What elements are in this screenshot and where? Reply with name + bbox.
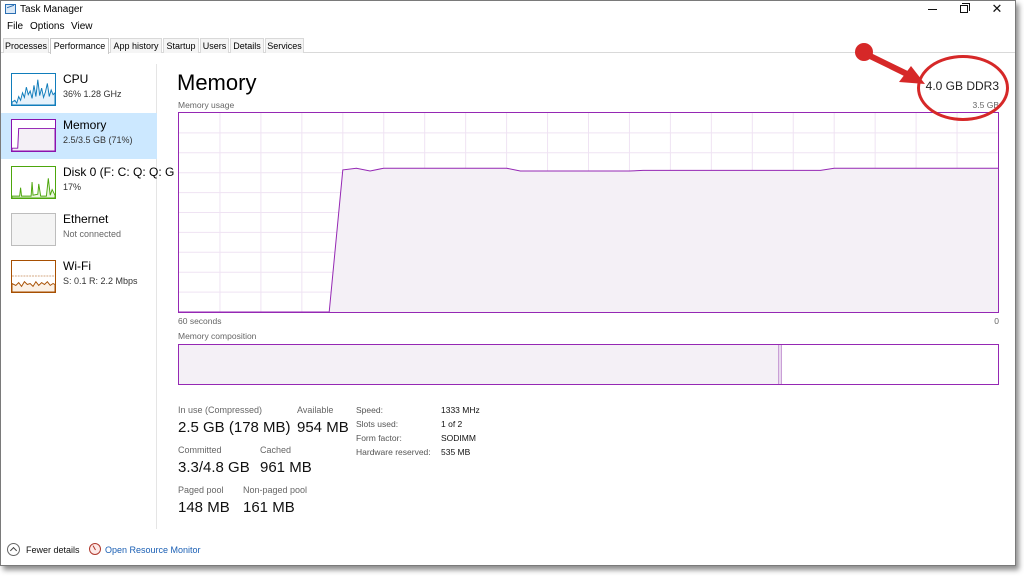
paged-pool-label: Paged pool: [178, 485, 224, 495]
resource-monitor-icon: [89, 543, 101, 555]
resource-sidebar: CPU 36% 1.28 GHz Memory 2.5/3.5 GB (71%)…: [1, 64, 174, 529]
non-paged-pool-label: Non-paged pool: [243, 485, 308, 495]
tab-services[interactable]: Services: [265, 38, 304, 53]
tab-startup[interactable]: Startup: [163, 38, 199, 53]
sidebar-item-wifi[interactable]: Wi-Fi S: 0.1 R: 2.2 Mbps: [1, 254, 157, 300]
tab-performance[interactable]: Performance: [50, 38, 109, 54]
sidebar-sub-cpu: 36% 1.28 GHz: [63, 89, 122, 99]
minimize-icon: [927, 8, 937, 10]
memory-thumbnail-graph: [11, 119, 56, 152]
form-factor-value: SODIMM: [441, 433, 476, 443]
sidebar-title-cpu: CPU: [63, 72, 89, 86]
memory-usage-svg: [179, 113, 998, 312]
memory-composition-bar: [178, 344, 999, 385]
available-label: Available: [297, 405, 334, 415]
footer-bar: Fewer details Open Resource Monitor: [1, 536, 1015, 565]
available-value: 954 MB: [297, 419, 349, 436]
sidebar-title-wifi: Wi-Fi: [63, 259, 91, 273]
sidebar-sub-ethernet: Not connected: [63, 229, 122, 239]
time-axis-start: 60 seconds: [178, 316, 222, 326]
close-button[interactable]: ✕: [982, 1, 1012, 18]
composition-in-use-segment: [179, 345, 780, 384]
wifi-thumbnail-graph: [11, 260, 56, 293]
sidebar-item-memory[interactable]: Memory 2.5/3.5 GB (71%): [1, 113, 157, 159]
memory-usage-label: Memory usage: [178, 100, 235, 110]
annotation-ellipse: [917, 55, 1009, 121]
sidebar-sub-disk: 17%: [63, 182, 82, 192]
minimize-button[interactable]: [917, 1, 947, 18]
hardware-reserved-value: 535 MB: [441, 447, 471, 457]
committed-value: 3.3/4.8 GB: [178, 459, 250, 476]
time-axis-end: 0: [994, 316, 999, 326]
slots-used-label: Slots used:: [356, 419, 399, 429]
cached-value: 961 MB: [260, 459, 312, 476]
sidebar-sub-memory: 2.5/3.5 GB (71%): [63, 135, 133, 145]
sidebar-item-disk[interactable]: Disk 0 (F: C: Q: Q: G 17%: [1, 160, 174, 206]
slots-used-value: 1 of 2: [441, 419, 463, 429]
cached-label: Cached: [260, 445, 292, 455]
close-icon: ✕: [991, 1, 1003, 16]
paged-pool-value: 148 MB: [178, 499, 230, 516]
sidebar-title-disk: Disk 0 (F: C: Q: Q: G: [63, 165, 175, 179]
sidebar-item-cpu[interactable]: CPU 36% 1.28 GHz: [1, 67, 157, 113]
tab-app-history[interactable]: App history: [110, 38, 162, 53]
disk-thumbnail-graph: [11, 166, 56, 199]
sidebar-item-ethernet[interactable]: Ethernet Not connected: [1, 207, 157, 253]
fewer-details-button[interactable]: Fewer details: [26, 545, 80, 555]
chevron-up-icon[interactable]: [7, 543, 20, 556]
speed-value: 1333 MHz: [441, 405, 480, 415]
sidebar-title-ethernet: Ethernet: [63, 212, 109, 226]
memory-composition-label: Memory composition: [178, 331, 257, 341]
open-resource-monitor-link[interactable]: Open Resource Monitor: [105, 545, 201, 555]
menu-view[interactable]: View: [71, 21, 93, 32]
memory-usage-graph: [178, 112, 999, 313]
in-use-value: 2.5 GB (178 MB): [178, 419, 291, 436]
sidebar-sub-wifi: S: 0.1 R: 2.2 Mbps: [63, 276, 138, 286]
cpu-thumbnail-graph: [11, 73, 56, 106]
tab-details[interactable]: Details: [230, 38, 264, 53]
ethernet-thumbnail-graph: [11, 213, 56, 246]
hardware-reserved-label: Hardware reserved:: [356, 447, 431, 457]
menu-file[interactable]: File: [7, 21, 23, 32]
task-manager-icon: [5, 4, 16, 14]
speed-label: Speed:: [356, 405, 383, 415]
non-paged-pool-value: 161 MB: [243, 499, 295, 516]
restore-button[interactable]: [949, 1, 979, 18]
page-title: Memory: [177, 70, 257, 95]
memory-detail-panel: Memory 4.0 GB DDR3 Memory usage 3.5 GB 6…: [159, 64, 1015, 534]
in-use-label: In use (Compressed): [178, 405, 263, 415]
sidebar-title-memory: Memory: [63, 118, 107, 132]
committed-label: Committed: [178, 445, 222, 455]
title-bar: Task Manager ✕: [1, 1, 1015, 18]
form-factor-label: Form factor:: [356, 433, 402, 443]
window-title: Task Manager: [20, 4, 83, 15]
tab-users[interactable]: Users: [200, 38, 229, 53]
restore-icon: [960, 3, 970, 14]
menu-options[interactable]: Options: [30, 21, 64, 32]
composition-modified-segment: [779, 345, 783, 384]
tab-processes[interactable]: Processes: [3, 38, 49, 53]
